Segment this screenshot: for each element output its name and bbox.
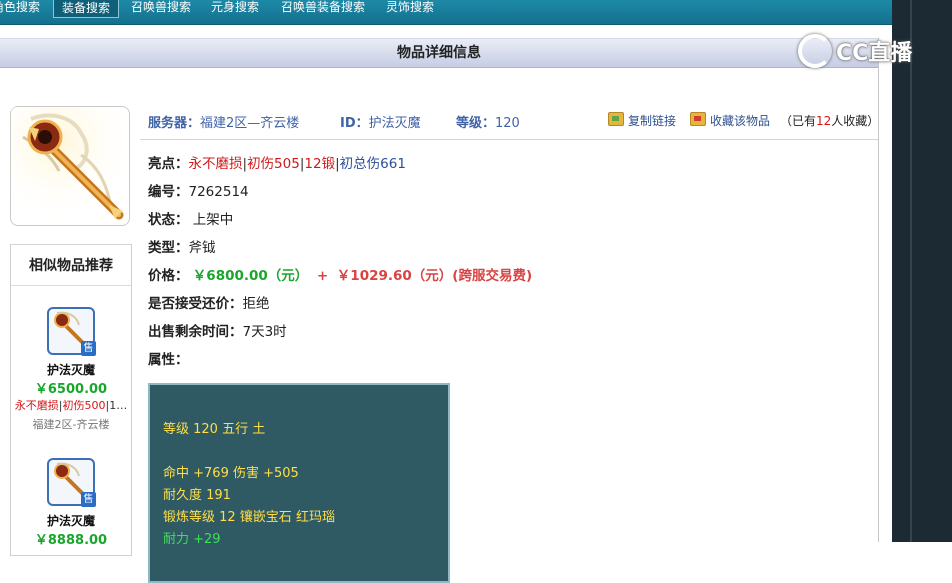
- similar-items-panel: 相似物品推荐 售 护法灭魔 ￥6500.00 永不磨损|初伤500|1… 福建2…: [10, 244, 132, 556]
- highlight-tag: 永不磨损: [188, 156, 243, 172]
- similar-item[interactable]: 售 护法灭魔 ￥6500.00 永不磨损|初伤500|1… 福建2区-齐云楼: [11, 307, 131, 432]
- counter-offer-value: 拒绝: [242, 296, 270, 312]
- highlight-tag: 初伤505: [247, 156, 300, 172]
- highlights-line: 亮点：永不磨损|初伤505|12锻|初总伤661: [148, 152, 406, 172]
- id-value: 护法灭魔: [368, 116, 421, 131]
- copy-link-label: 复制链接: [628, 114, 677, 128]
- price-line: 价格： ￥6800.00（元） + ￥1029.60（元）(跨服交易费): [148, 264, 532, 284]
- highlight-tag: 初总伤661: [339, 156, 406, 172]
- remaining-time-label: 出售剩余时间：: [148, 324, 243, 340]
- copy-link-icon: [608, 112, 624, 126]
- fav-count-value: 12: [816, 114, 832, 128]
- similar-item-thumbnail[interactable]: 售: [47, 307, 96, 356]
- type-line: 类型：斧钺: [148, 236, 216, 256]
- tag: 1…: [109, 399, 128, 412]
- highlight-tag: 12锻: [304, 156, 336, 172]
- similar-item-name[interactable]: 护法灭魔: [11, 512, 131, 529]
- attribute-line: 等级 120 五行 土: [163, 422, 266, 437]
- number-label: 编号：: [148, 184, 189, 200]
- tab-yuanshen-search[interactable]: 元身搜索: [211, 0, 259, 15]
- level-info: 等级：120: [456, 112, 520, 131]
- attribute-line: 耐久度 191: [163, 488, 231, 503]
- similar-item-server: 福建2区-齐云楼: [32, 418, 110, 431]
- sold-badge: 售: [81, 492, 96, 507]
- number-value: 7262514: [188, 184, 249, 200]
- cc-live-logo: CC直播: [798, 30, 928, 70]
- similar-item-price: ￥6500.00: [34, 382, 108, 397]
- counter-offer-line: 是否接受还价：拒绝: [148, 292, 270, 312]
- status-label: 状态：: [148, 212, 189, 228]
- similar-item-thumbnail[interactable]: 售: [47, 458, 96, 507]
- band-stripe: [910, 0, 912, 542]
- page-title: 物品详细信息: [0, 38, 878, 68]
- item-detail-card: 物品详细信息 相似物品推荐 售 护法灭魔 ￥6500.00 永不磨损|初伤500…: [0, 38, 879, 583]
- similar-items-title: 相似物品推荐: [11, 245, 131, 286]
- similar-item-price: ￥8888.00: [34, 533, 108, 548]
- attributes-box: 等级 120 五行 土 命中 +769 伤害 +505 耐久度 191 锻炼等级…: [148, 383, 450, 583]
- id-label: ID：: [340, 116, 369, 131]
- divider: [140, 139, 878, 140]
- item-info-row: 服务器：福建2区—齐云楼 ID：护法灭魔 等级：120 复制链接 收藏该物品 （…: [148, 110, 879, 134]
- server-info: 服务器：福建2区—齐云楼: [148, 112, 299, 131]
- highlights-label: 亮点：: [148, 156, 189, 172]
- type-label: 类型：: [148, 240, 189, 256]
- level-value: 120: [495, 116, 520, 131]
- tab-equipment-search[interactable]: 装备搜索: [53, 0, 120, 18]
- type-value: 斧钺: [188, 240, 216, 256]
- status-value: 上架中: [192, 212, 234, 228]
- price-label: 价格：: [148, 268, 189, 284]
- similar-item-tags: 永不磨损|初伤500|1…: [11, 397, 131, 413]
- price-plus: +: [316, 268, 329, 284]
- attribute-line: 耐力 +29: [163, 532, 221, 547]
- fav-suffix: 人收藏）: [831, 114, 880, 128]
- copy-link-button[interactable]: 复制链接: [608, 112, 676, 129]
- tag: 永不磨损: [14, 399, 59, 412]
- axe-weapon-icon: [11, 107, 129, 225]
- id-info: ID：护法灭魔: [340, 112, 421, 131]
- tab-summon-equipment-search[interactable]: 召唤兽装备搜索: [281, 0, 365, 15]
- item-image: [10, 106, 130, 226]
- similar-item-name[interactable]: 护法灭魔: [11, 361, 131, 378]
- tab-summon-search[interactable]: 召唤兽搜索: [131, 0, 191, 15]
- level-label: 等级：: [456, 116, 496, 131]
- remaining-time-line: 出售剩余时间：7天3时: [148, 320, 287, 340]
- top-navigation-bar: 角色搜索 装备搜索 召唤兽搜索 元身搜索 召唤兽装备搜索 灵饰搜索: [0, 0, 892, 25]
- number-line: 编号：7262514: [148, 180, 249, 200]
- attribute-line: 命中 +769 伤害 +505: [163, 466, 299, 481]
- attributes-label: 属性：: [148, 352, 189, 368]
- cc-logo-text: CC直播: [836, 41, 913, 66]
- server-label: 服务器：: [148, 116, 201, 131]
- favorite-icon: [690, 112, 706, 126]
- favorite-button[interactable]: 收藏该物品: [690, 112, 770, 129]
- remaining-time-value: 7天3时: [242, 324, 287, 340]
- sold-badge: 售: [81, 341, 96, 356]
- tab-ornament-search[interactable]: 灵饰搜索: [386, 0, 434, 15]
- cc-logo-icon: [798, 34, 832, 68]
- favorite-count: （已有12人收藏）: [780, 112, 879, 129]
- favorite-label: 收藏该物品: [710, 114, 771, 128]
- server-value: 福建2区—齐云楼: [200, 116, 300, 131]
- tag: 初伤500: [62, 399, 106, 412]
- attribute-line: 锻炼等级 12 镶嵌宝石 红玛瑙: [163, 510, 335, 525]
- attributes-line: 属性：: [148, 348, 189, 368]
- tab-role-search[interactable]: 角色搜索: [0, 0, 40, 15]
- counter-offer-label: 是否接受还价：: [148, 296, 243, 312]
- price-value: ￥6800.00（元）: [192, 268, 309, 284]
- status-line: 状态： 上架中: [148, 208, 233, 228]
- right-background-band: [892, 0, 952, 542]
- similar-item[interactable]: 售 护法灭魔 ￥8888.00: [11, 458, 131, 548]
- fee-value: ￥1029.60（元）(跨服交易费): [336, 268, 533, 284]
- fav-prefix: （已有: [780, 114, 817, 128]
